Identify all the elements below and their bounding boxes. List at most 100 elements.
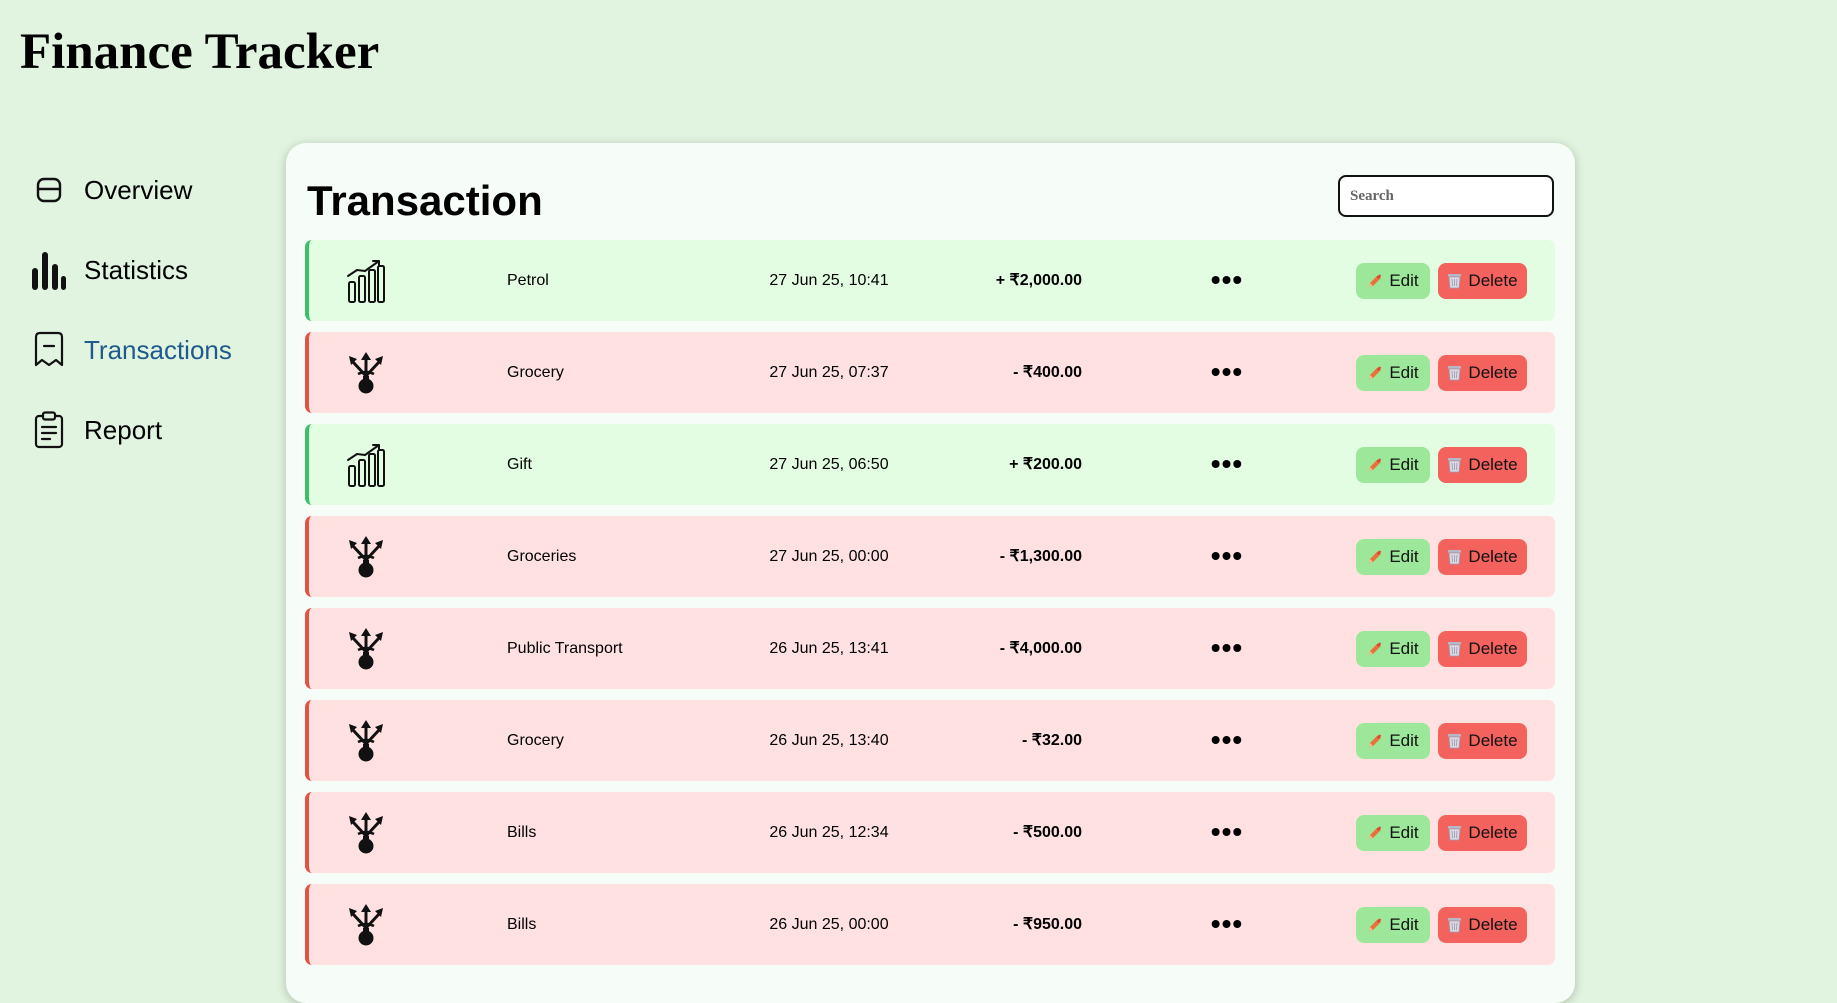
expense-money-bag-icon <box>345 810 387 856</box>
edit-button[interactable]: Edit <box>1356 539 1430 575</box>
transaction-amount: - ₹950.00 <box>1013 916 1082 933</box>
sidebar-item-label: Statistics <box>84 254 189 285</box>
transaction-date: 26 Jun 25, 00:00 <box>769 916 889 933</box>
edit-button[interactable]: Edit <box>1356 815 1430 851</box>
wastebasket-icon <box>1447 733 1462 749</box>
more-dots-icon: ••• <box>1210 908 1244 939</box>
more-options-button[interactable]: ••• <box>1202 908 1252 940</box>
income-chart-icon <box>345 258 387 304</box>
more-options-button[interactable]: ••• <box>1202 632 1252 664</box>
edit-button[interactable]: Edit <box>1356 355 1430 391</box>
transaction-category: Grocery <box>507 364 564 381</box>
delete-button[interactable]: Delete <box>1438 815 1527 851</box>
delete-button[interactable]: Delete <box>1438 263 1527 299</box>
transaction-date: 26 Jun 25, 13:41 <box>769 640 889 657</box>
more-dots-icon: ••• <box>1210 816 1244 847</box>
expense-money-bag-icon <box>345 626 387 672</box>
transactions-panel: Transaction Petrol 27 Jun 25, 10:41 + ₹2… <box>286 143 1575 1003</box>
more-options-button[interactable]: ••• <box>1202 264 1252 296</box>
transaction-date: 27 Jun 25, 00:00 <box>769 548 889 565</box>
wastebasket-icon <box>1447 825 1462 841</box>
wastebasket-icon <box>1447 549 1462 565</box>
pencil-icon <box>1367 917 1383 933</box>
page-title: Transaction <box>307 177 543 224</box>
more-options-button[interactable]: ••• <box>1202 356 1252 388</box>
sidebar-item-transactions[interactable]: Transactions <box>32 310 262 390</box>
expense-money-bag-icon <box>345 718 387 764</box>
expense-money-bag-icon <box>345 902 387 948</box>
edit-label: Edit <box>1389 915 1419 934</box>
transaction-row: Petrol 27 Jun 25, 10:41 + ₹2,000.00 ••• … <box>305 240 1555 321</box>
transaction-date: 27 Jun 25, 06:50 <box>769 456 889 473</box>
transaction-date: 27 Jun 25, 10:41 <box>769 272 889 289</box>
edit-button[interactable]: Edit <box>1356 723 1430 759</box>
transaction-row: Bills 26 Jun 25, 00:00 - ₹950.00 ••• Edi… <box>305 884 1555 965</box>
more-options-button[interactable]: ••• <box>1202 816 1252 848</box>
transaction-amount: - ₹4,000.00 <box>999 640 1082 657</box>
transaction-row: Grocery 26 Jun 25, 13:40 - ₹32.00 ••• Ed… <box>305 700 1555 781</box>
transaction-row: Grocery 27 Jun 25, 07:37 - ₹400.00 ••• E… <box>305 332 1555 413</box>
transaction-row: Groceries 27 Jun 25, 00:00 - ₹1,300.00 •… <box>305 516 1555 597</box>
more-options-button[interactable]: ••• <box>1202 540 1252 572</box>
sidebar-item-report[interactable]: Report <box>32 390 262 470</box>
delete-label: Delete <box>1468 363 1518 382</box>
transaction-row: Gift 27 Jun 25, 06:50 + ₹200.00 ••• Edit… <box>305 424 1555 505</box>
transaction-row: Public Transport 26 Jun 25, 13:41 - ₹4,0… <box>305 608 1555 689</box>
transaction-category: Public Transport <box>507 640 623 657</box>
delete-label: Delete <box>1468 455 1518 474</box>
more-dots-icon: ••• <box>1210 724 1244 755</box>
expense-money-bag-icon <box>345 350 387 396</box>
expense-money-bag-icon <box>345 534 387 580</box>
sidebar-item-label: Report <box>84 414 163 445</box>
delete-label: Delete <box>1468 731 1518 750</box>
delete-button[interactable]: Delete <box>1438 355 1527 391</box>
delete-label: Delete <box>1468 915 1518 934</box>
delete-label: Delete <box>1468 547 1518 566</box>
transaction-date: 26 Jun 25, 13:40 <box>769 732 889 749</box>
delete-button[interactable]: Delete <box>1438 539 1527 575</box>
transaction-row: Bills 26 Jun 25, 12:34 - ₹500.00 ••• Edi… <box>305 792 1555 873</box>
more-options-button[interactable]: ••• <box>1202 448 1252 480</box>
edit-label: Edit <box>1389 639 1419 658</box>
transaction-amount: - ₹1,300.00 <box>999 548 1082 565</box>
delete-button[interactable]: Delete <box>1438 631 1527 667</box>
edit-button[interactable]: Edit <box>1356 447 1430 483</box>
delete-label: Delete <box>1468 639 1518 658</box>
more-dots-icon: ••• <box>1210 448 1244 479</box>
edit-button[interactable]: Edit <box>1356 907 1430 943</box>
edit-label: Edit <box>1389 363 1419 382</box>
pencil-icon <box>1367 549 1383 565</box>
edit-label: Edit <box>1389 731 1419 750</box>
pencil-icon <box>1367 273 1383 289</box>
transaction-date: 26 Jun 25, 12:34 <box>769 824 889 841</box>
search-input[interactable] <box>1338 175 1554 217</box>
sidebar-item-statistics[interactable]: Statistics <box>32 230 262 310</box>
transaction-category: Groceries <box>507 548 577 565</box>
transaction-list: Petrol 27 Jun 25, 10:41 + ₹2,000.00 ••• … <box>305 240 1555 976</box>
delete-button[interactable]: Delete <box>1438 447 1527 483</box>
pencil-icon <box>1367 733 1383 749</box>
more-options-button[interactable]: ••• <box>1202 724 1252 756</box>
pencil-icon <box>1367 457 1383 473</box>
delete-button[interactable]: Delete <box>1438 723 1527 759</box>
wastebasket-icon <box>1447 365 1462 381</box>
transaction-category: Bills <box>507 824 537 841</box>
wastebasket-icon <box>1447 273 1462 289</box>
edit-button[interactable]: Edit <box>1356 263 1430 299</box>
sidebar-item-overview[interactable]: Overview <box>32 150 262 230</box>
transaction-amount: - ₹500.00 <box>1013 824 1082 841</box>
delete-button[interactable]: Delete <box>1438 907 1527 943</box>
transaction-category: Grocery <box>507 732 564 749</box>
edit-label: Edit <box>1389 547 1419 566</box>
sidebar-item-label: Transactions <box>84 334 232 365</box>
report-icon <box>32 410 66 450</box>
more-dots-icon: ••• <box>1210 540 1244 571</box>
sidebar: Overview Statistics Transactions Report <box>32 150 262 470</box>
transaction-date: 27 Jun 25, 07:37 <box>769 364 889 381</box>
wastebasket-icon <box>1447 641 1462 657</box>
edit-button[interactable]: Edit <box>1356 631 1430 667</box>
pencil-icon <box>1367 641 1383 657</box>
more-dots-icon: ••• <box>1210 264 1244 295</box>
statistics-icon <box>32 250 66 290</box>
edit-label: Edit <box>1389 455 1419 474</box>
